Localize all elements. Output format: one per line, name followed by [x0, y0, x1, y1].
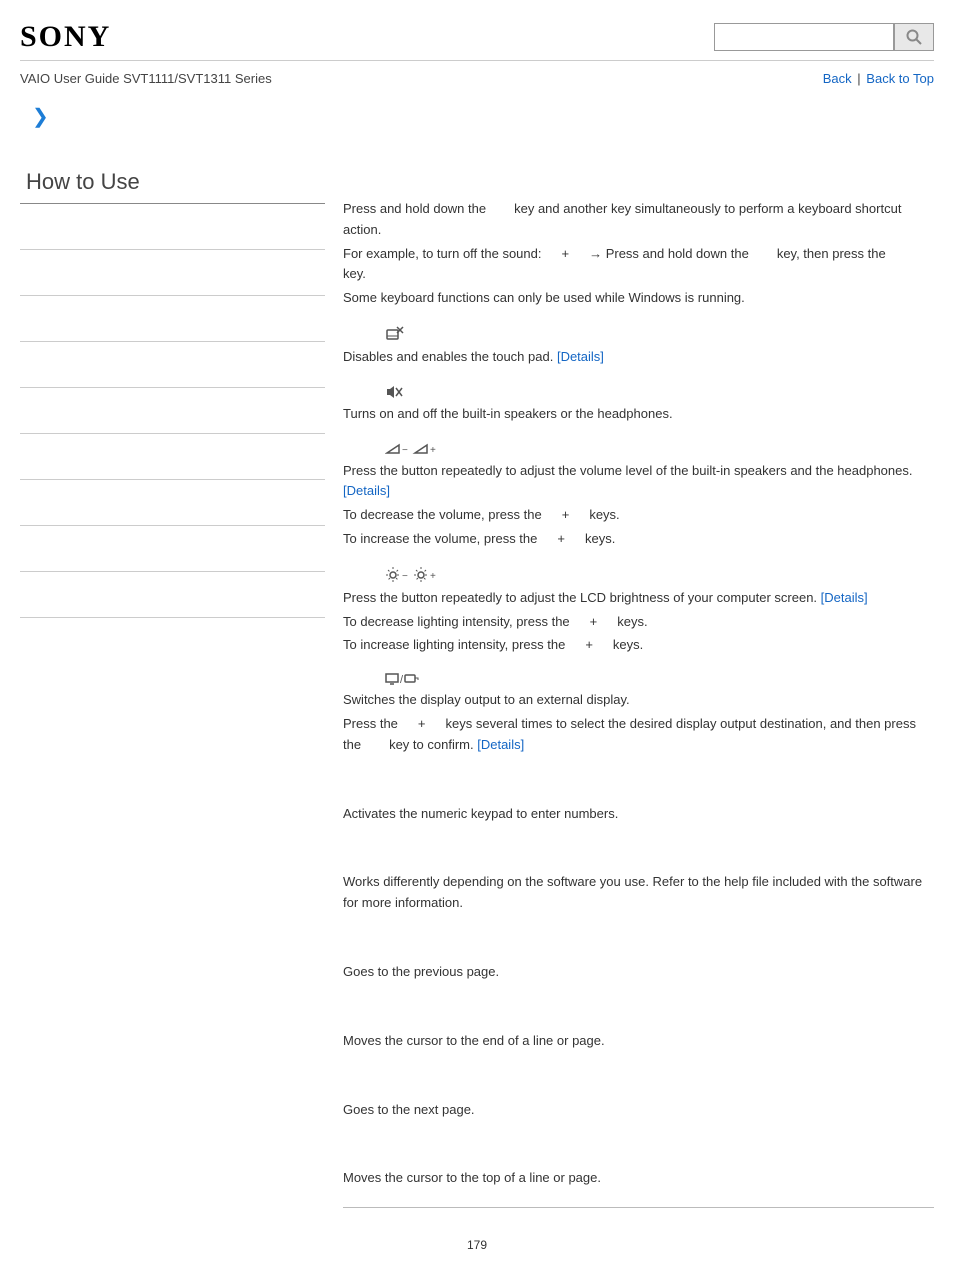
svg-text:/: / — [400, 674, 404, 686]
touchpad-icon — [385, 325, 934, 343]
speakers-text: Turns on and off the built-in speakers o… — [343, 404, 934, 425]
subheader: VAIO User Guide SVT1111/SVT1311 Series B… — [20, 67, 934, 104]
sidebar-item[interactable] — [20, 388, 325, 434]
content: Press and hold down thekey and another k… — [343, 139, 934, 1208]
sidebar-item[interactable] — [20, 434, 325, 480]
magnifier-icon — [905, 28, 923, 46]
arrow-icon: ❯ — [20, 104, 934, 129]
volume-increase: To increase the volume, press the+keys. — [343, 529, 934, 550]
separator: | — [857, 71, 860, 86]
topline-text: Moves the cursor to the top of a line or… — [343, 1168, 934, 1189]
display-output-icon: / — [385, 672, 934, 686]
svg-text:+: + — [430, 571, 436, 582]
details-link[interactable]: [Details] — [477, 737, 524, 752]
sony-logo: SONY — [20, 20, 111, 54]
svg-text:−: − — [402, 445, 408, 456]
page-number: 179 — [20, 1238, 934, 1252]
volume-decrease: To decrease the volume, press the+keys. — [343, 505, 934, 526]
mute-icon — [385, 384, 934, 400]
software-text: Works differently depending on the softw… — [343, 872, 934, 914]
sidebar-item[interactable] — [20, 296, 325, 342]
guide-title: VAIO User Guide SVT1111/SVT1311 Series — [20, 71, 272, 86]
search-button[interactable] — [894, 23, 934, 51]
brightness-decrease: To decrease lighting intensity, press th… — [343, 612, 934, 633]
sidebar-item[interactable] — [20, 204, 325, 250]
prevpage-text: Goes to the previous page. — [343, 962, 934, 983]
intro-note: Some keyboard functions can only be used… — [343, 288, 934, 309]
sidebar-item[interactable] — [20, 572, 325, 618]
search-input[interactable] — [714, 23, 894, 51]
sidebar-item[interactable] — [20, 480, 325, 526]
display-text1: Switches the display output to an extern… — [343, 690, 934, 711]
header: SONY — [20, 10, 934, 61]
svg-text:+: + — [430, 445, 436, 456]
back-to-top-link[interactable]: Back to Top — [866, 71, 934, 86]
brightness-icon: −+ — [385, 566, 934, 584]
sidebar-item[interactable] — [20, 526, 325, 572]
sidebar-title: How to Use — [20, 169, 325, 204]
touchpad-text: Disables and enables the touch pad. [Det… — [343, 347, 934, 368]
volume-icon: −+ — [385, 441, 934, 457]
details-link[interactable]: [Details] — [343, 483, 390, 498]
sidebar: How to Use — [20, 139, 325, 618]
details-link[interactable]: [Details] — [557, 349, 604, 364]
nextpage-text: Goes to the next page. — [343, 1100, 934, 1121]
volume-text: Press the button repeatedly to adjust th… — [343, 461, 934, 503]
intro-example: For example, to turn off the sound:+→ Pr… — [343, 244, 934, 286]
display-text2: Press the+keys several times to select t… — [343, 714, 934, 756]
svg-text:−: − — [402, 571, 408, 582]
intro-text: Press and hold down thekey and another k… — [343, 199, 934, 241]
endline-text: Moves the cursor to the end of a line or… — [343, 1031, 934, 1052]
brightness-text: Press the button repeatedly to adjust th… — [343, 588, 934, 609]
back-link[interactable]: Back — [823, 71, 852, 86]
sidebar-item[interactable] — [20, 342, 325, 388]
end-rule — [343, 1207, 934, 1208]
details-link[interactable]: [Details] — [821, 590, 868, 605]
brightness-increase: To increase lighting intensity, press th… — [343, 635, 934, 656]
top-links: Back | Back to Top — [823, 71, 934, 86]
search-box — [714, 23, 934, 51]
sidebar-item[interactable] — [20, 250, 325, 296]
numpad-text: Activates the numeric keypad to enter nu… — [343, 804, 934, 825]
